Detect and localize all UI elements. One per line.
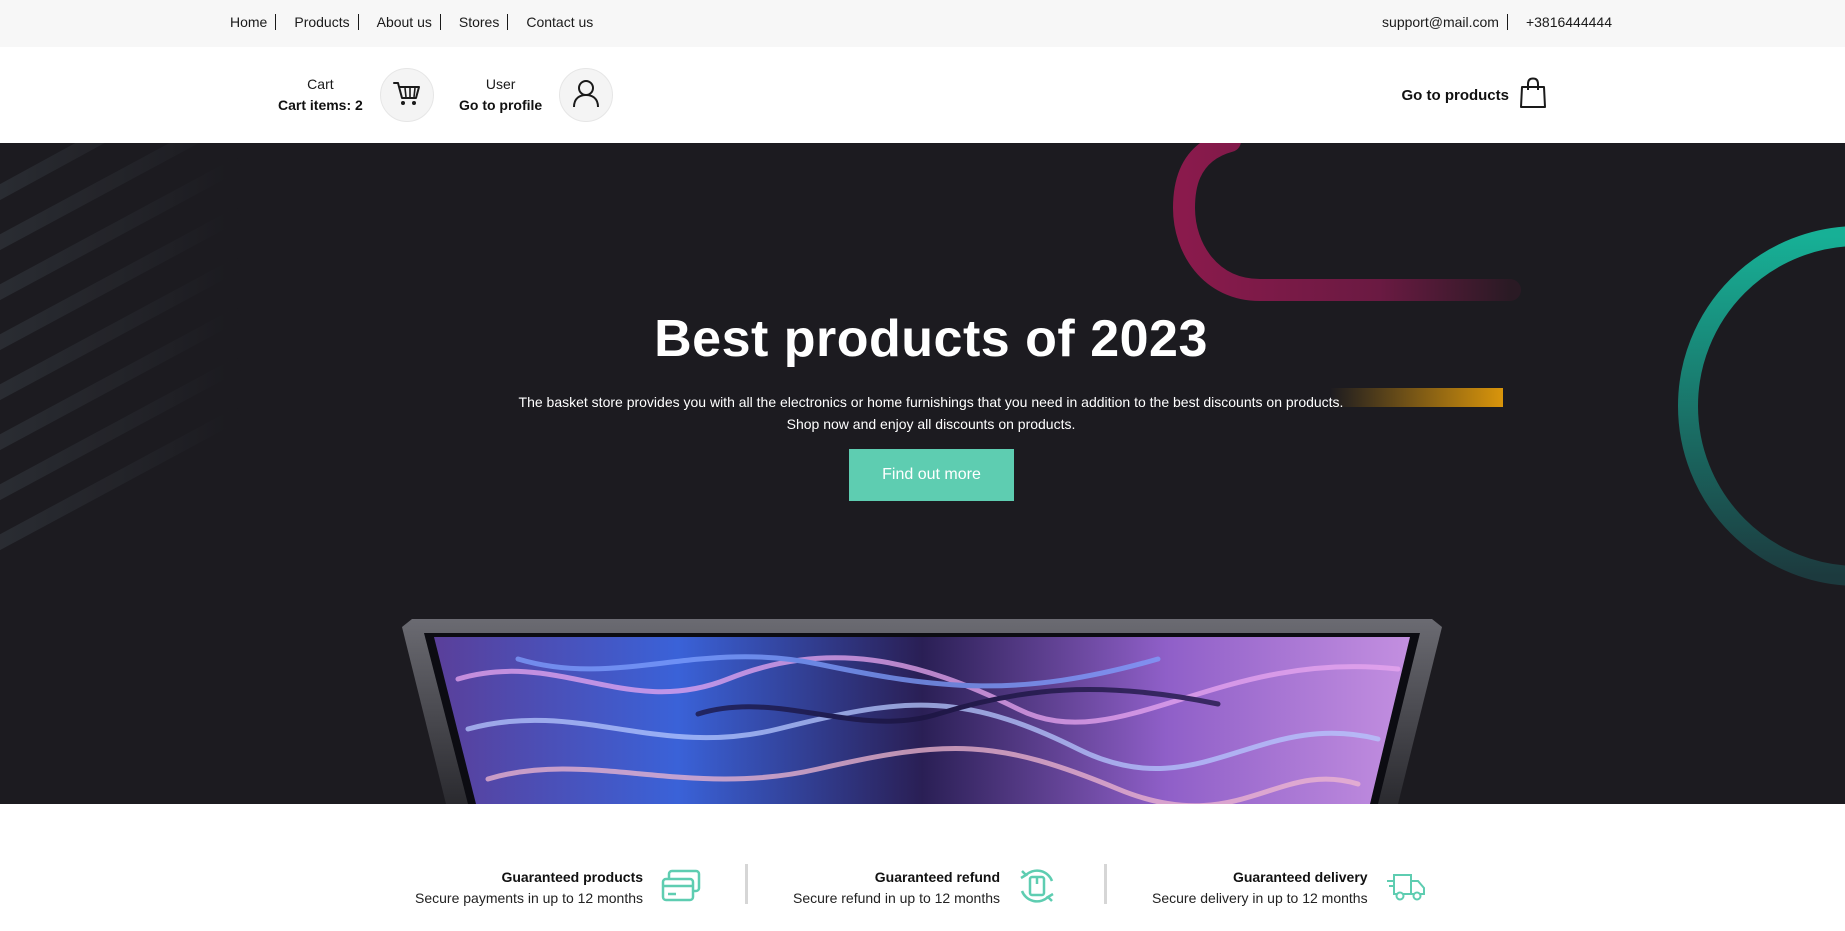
support-email[interactable]: support@mail.com [1382, 14, 1499, 30]
shopping-bag-icon [1519, 77, 1547, 113]
top-bar: Home Products About us Stores Contact us… [0, 0, 1845, 47]
go-to-products-link[interactable]: Go to products [1402, 47, 1558, 143]
hero-banner: Best products of 2023 The basket store p… [0, 143, 1845, 804]
credit-card-icon [661, 869, 701, 908]
go-to-products-label: Go to products [1401, 86, 1510, 104]
support-phone[interactable]: +3816444444 [1526, 14, 1612, 30]
feature-description: Secure payments in up to 12 months [415, 890, 644, 906]
hero-description: The basket store provides you with all t… [0, 391, 1845, 435]
cart-icon [392, 79, 422, 112]
contact-info: support@mail.com +3816444444 [1382, 0, 1612, 44]
feature-guaranteed-refund: Guaranteed refund Secure refund in up to… [793, 864, 1056, 912]
feature-guaranteed-delivery: Guaranteed delivery Secure delivery in u… [1152, 864, 1426, 912]
feature-text: Guaranteed delivery Secure delivery in u… [1152, 867, 1368, 909]
go-to-profile-link[interactable]: Go to profile [459, 94, 542, 116]
contact-divider [1506, 14, 1508, 30]
header: Cart Cart items: 2 User Go to profile Go… [0, 47, 1845, 143]
cart-texts: Cart Cart items: 2 [278, 74, 363, 116]
profile-button[interactable] [559, 68, 614, 122]
feature-description: Secure delivery in up to 12 months [1152, 890, 1368, 906]
delivery-truck-icon [1386, 871, 1426, 906]
nav-divider [357, 14, 359, 30]
feature-title: Guaranteed products [501, 869, 644, 885]
cart-items-count: Cart items: 2 [278, 97, 363, 113]
user-texts: User Go to profile [459, 74, 542, 116]
nav-home[interactable]: Home [230, 14, 267, 30]
hero-description-line-2: Shop now and enjoy all discounts on prod… [786, 416, 1076, 432]
top-nav: Home Products About us Stores Contact us [230, 0, 593, 44]
laptop-image [402, 619, 1442, 804]
feature-text: Guaranteed refund Secure refund in up to… [793, 867, 1000, 909]
refund-icon [1018, 867, 1056, 910]
hero-description-line-1: The basket store provides you with all t… [518, 394, 1344, 410]
nav-products[interactable]: Products [294, 14, 349, 30]
feature-text: Guaranteed products Secure payments in u… [415, 867, 643, 909]
feature-guaranteed-products: Guaranteed products Secure payments in u… [415, 864, 701, 912]
user-icon [571, 78, 601, 113]
nav-stores[interactable]: Stores [459, 14, 499, 30]
nav-divider [507, 14, 509, 30]
nav-contact-us[interactable]: Contact us [526, 14, 593, 30]
cart-title: Cart [307, 76, 334, 92]
cart-block[interactable]: Cart Cart items: 2 [278, 47, 434, 143]
user-title: User [485, 76, 516, 92]
feature-title: Guaranteed delivery [1232, 869, 1368, 885]
cart-button[interactable] [379, 68, 434, 122]
feature-divider [1104, 864, 1107, 904]
nav-divider [275, 14, 277, 30]
features-section: Guaranteed products Secure payments in u… [0, 804, 1845, 931]
user-block[interactable]: User Go to profile [459, 47, 614, 143]
nav-divider [439, 14, 441, 30]
feature-description: Secure refund in up to 12 months [793, 890, 1001, 906]
feature-divider [745, 864, 748, 904]
hero-title: Best products of 2023 [654, 310, 1208, 368]
nav-about-us[interactable]: About us [377, 14, 432, 30]
find-out-more-button[interactable]: Find out more [849, 449, 1014, 501]
feature-title: Guaranteed refund [874, 869, 1001, 885]
